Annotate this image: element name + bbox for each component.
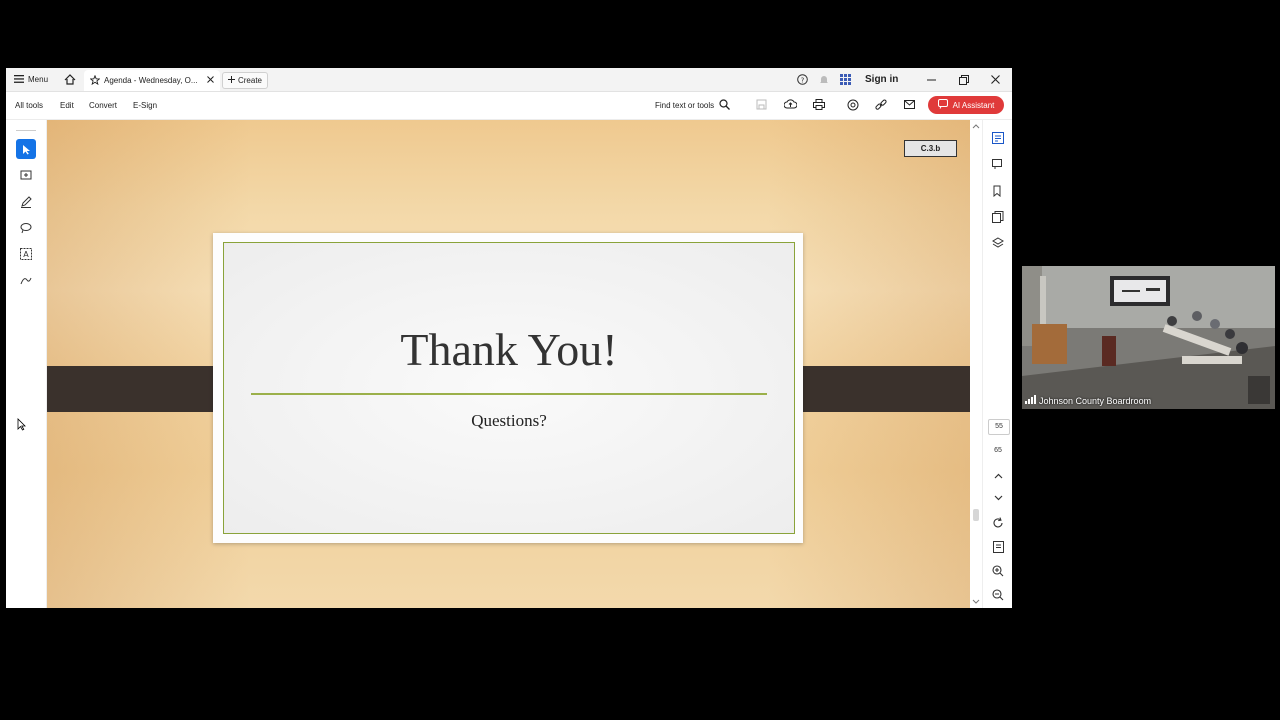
ai-assistant-icon (937, 99, 949, 111)
svg-text:?: ? (801, 76, 805, 84)
tab-title: Agenda - Wednesday, O... (104, 76, 198, 85)
star-icon[interactable] (89, 74, 101, 87)
mouse-cursor-icon (17, 418, 26, 436)
toolbar-edit[interactable]: Edit (60, 101, 74, 110)
apps-grid-icon[interactable] (840, 68, 851, 91)
restore-icon[interactable] (959, 68, 969, 91)
right-tool-rail: 55 65 (982, 120, 1012, 608)
document-tab[interactable]: Agenda - Wednesday, O... (84, 70, 220, 91)
print-icon[interactable] (813, 99, 825, 112)
save-icon[interactable] (756, 99, 767, 112)
menu-button[interactable]: Menu (14, 68, 48, 91)
svg-text:A: A (23, 250, 29, 259)
rotate-icon[interactable] (989, 514, 1007, 532)
bell-icon[interactable] (819, 68, 829, 91)
main-toolbar: All tools Edit Convert E-Sign Find text … (6, 92, 1012, 120)
video-caption-bar: Johnson County Boardroom (1025, 395, 1151, 406)
current-page: 55 (995, 423, 1003, 430)
video-caption: Johnson County Boardroom (1039, 395, 1152, 406)
acrobat-window: Menu Agenda - Wednesday, O... Create ? S… (6, 68, 1012, 608)
ai-assistant-label: AI Assistant (952, 100, 995, 110)
search-icon (719, 99, 731, 112)
previous-page-icon[interactable] (989, 467, 1007, 485)
slide-band-left (47, 366, 234, 412)
lasso-draw-icon[interactable] (16, 218, 36, 238)
select-tool-icon[interactable] (16, 139, 36, 159)
page-number-input[interactable]: 55 (988, 419, 1010, 435)
hamburger-icon (14, 74, 24, 85)
add-comment-icon[interactable] (16, 166, 36, 186)
document-view: C.3.b Thank You! Questions? (47, 120, 970, 608)
upload-cloud-icon[interactable] (783, 99, 798, 112)
slide-subtitle: Questions? (471, 411, 547, 430)
signal-bars-icon (1025, 395, 1036, 406)
email-icon[interactable] (904, 100, 915, 111)
toolbar-esign[interactable]: E-Sign (133, 101, 157, 110)
zoom-out-icon[interactable] (989, 586, 1007, 604)
find-tools-search[interactable]: Find text or tools (655, 99, 731, 112)
slide-card-frame: Thank You! Questions? (223, 242, 795, 534)
slide-band-right (784, 366, 970, 412)
ai-search-icon[interactable] (847, 99, 859, 113)
layers-icon[interactable] (989, 234, 1007, 252)
vertical-scrollbar[interactable] (971, 120, 981, 608)
page-label-badge: C.3.b (904, 140, 957, 157)
create-button[interactable]: Create (222, 72, 268, 89)
close-window-icon[interactable] (991, 68, 1000, 91)
home-icon[interactable] (64, 68, 76, 91)
next-page-icon[interactable] (989, 489, 1007, 507)
slide-title: Thank You! (400, 324, 618, 375)
comments-icon[interactable] (989, 156, 1007, 174)
slide-divider (251, 393, 767, 395)
menu-label: Menu (28, 75, 49, 84)
left-tool-rail: A (6, 120, 47, 608)
sign-in-button[interactable]: Sign in (865, 68, 898, 91)
page-view-icon[interactable] (989, 538, 1007, 556)
help-icon[interactable]: ? (797, 68, 808, 91)
toolbar-all-tools[interactable]: All tools (15, 101, 43, 110)
scroll-down-arrow-icon[interactable] (971, 598, 981, 606)
pages-icon[interactable] (989, 208, 1007, 226)
title-bar: Menu Agenda - Wednesday, O... Create ? S… (6, 68, 1012, 92)
create-label: Create (237, 76, 262, 85)
find-label: Find text or tools (655, 101, 715, 110)
edit-pdf-icon[interactable] (989, 129, 1007, 147)
video-feed: Johnson County Boardroom (1022, 266, 1275, 409)
rail-divider (16, 130, 36, 131)
toolbar-convert[interactable]: Convert (89, 101, 117, 110)
slide-card: Thank You! Questions? (213, 233, 803, 543)
scrollbar-thumb[interactable] (973, 509, 979, 521)
zoom-in-icon[interactable] (989, 562, 1007, 580)
link-icon[interactable] (875, 99, 887, 113)
ai-assistant-button[interactable]: AI Assistant (928, 96, 1004, 114)
minimize-icon[interactable] (927, 68, 936, 91)
boardroom-camera-image (1022, 266, 1275, 409)
bookmark-icon[interactable] (989, 182, 1007, 200)
text-box-icon[interactable]: A (16, 244, 36, 264)
highlight-pen-icon[interactable] (16, 192, 36, 212)
sign-pen-icon[interactable] (16, 270, 36, 290)
scroll-up-arrow-icon[interactable] (971, 122, 981, 130)
close-tab-icon[interactable] (207, 76, 214, 85)
plus-icon (227, 76, 235, 85)
total-pages: 65 (994, 447, 1002, 454)
